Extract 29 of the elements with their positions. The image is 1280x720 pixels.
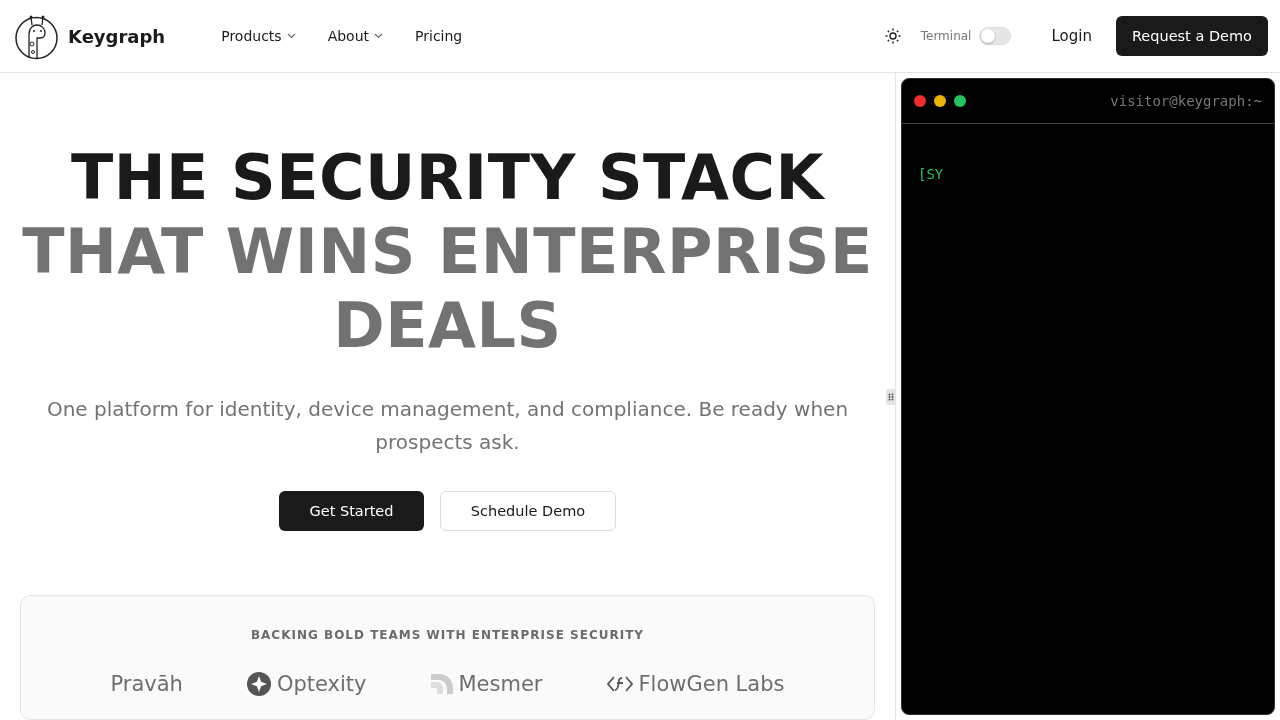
terminal-title: visitor@keygraph:~ xyxy=(1110,93,1262,109)
company-logo-text: Mesmer xyxy=(458,672,543,696)
chevron-down-icon xyxy=(374,33,384,39)
nav-link[interactable]: Pricing xyxy=(399,20,479,52)
subtitle: One platform for identity, device management, and compliance. Be ready when prospects ask. xyxy=(45,396,850,456)
nav-link[interactable]: Products xyxy=(205,20,312,52)
get-started-button[interactable]: Get Started xyxy=(279,491,424,531)
headline: THE SECURITY STACK xyxy=(69,141,826,215)
logo-icon xyxy=(430,674,453,694)
terminal-label: Terminal xyxy=(920,29,972,43)
logo-icon xyxy=(246,672,271,696)
company-logo-text: Pravāh xyxy=(110,672,183,696)
request-demo-button[interactable]: Request a Demo xyxy=(1115,16,1268,56)
terminal-output: [SY xyxy=(918,166,945,182)
maximize-dot-icon[interactable] xyxy=(954,95,966,107)
brand-name[interactable]: Keygraph xyxy=(68,25,166,47)
login-link[interactable]: Login xyxy=(1035,19,1108,53)
backers-heading: BACKING BOLD TEAMS WITH ENTERPRISE SECURITY xyxy=(250,628,645,642)
company-logo-text: FlowGen Labs xyxy=(638,672,785,696)
headline: THAT WINS ENTERPRISE DEALS xyxy=(21,215,874,363)
nav-link[interactable]: About xyxy=(311,20,400,52)
chevron-down-icon xyxy=(286,33,296,39)
schedule-demo-button[interactable]: Schedule Demo xyxy=(440,491,616,531)
resize-handle[interactable] xyxy=(886,389,895,405)
company-logo-text: Optexity xyxy=(276,672,367,696)
logo-icon xyxy=(606,674,633,694)
close-dot-icon[interactable] xyxy=(914,95,926,107)
terminal-switch[interactable] xyxy=(979,27,1012,45)
minimize-dot-icon[interactable] xyxy=(934,95,946,107)
